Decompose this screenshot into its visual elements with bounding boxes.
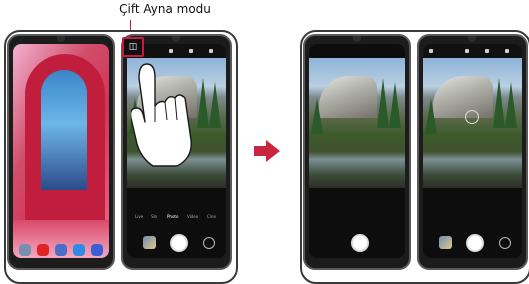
gallery-app-icon[interactable] [19,244,31,256]
tree [389,82,401,128]
front-camera-notch [468,36,476,42]
mode-live[interactable]: Live [135,214,143,219]
mode-bar: Live Slo Photo Video Cine [127,214,226,220]
tree [311,98,323,134]
main-phone-home [7,34,115,270]
settings-icon[interactable] [465,49,469,53]
front-camera-notch [57,36,65,42]
shutter-button-icon[interactable] [466,234,484,252]
camera-preview [423,58,522,188]
messenger-app-icon[interactable] [73,244,85,256]
tree [377,78,389,128]
main-phone-camera [303,34,411,270]
camera-switch-icon[interactable] [203,237,215,249]
tree [425,98,437,134]
camera-switch-icon[interactable] [499,237,511,249]
focus-ring [465,110,479,124]
cliff [319,76,377,118]
tree [493,78,505,128]
camera-screen [423,44,522,258]
shutter-button-icon[interactable] [170,234,188,252]
cliff [433,76,493,118]
dual-mirror-mode-icon[interactable] [429,49,433,53]
home-screen [13,44,109,258]
apps-app-icon[interactable] [91,244,103,256]
tree [505,82,517,128]
right-arrow-icon [254,146,266,156]
gallery-thumbnail-icon[interactable] [143,236,156,249]
dual-screen-camera-right [417,34,528,270]
timer-icon[interactable] [209,49,213,53]
settings-icon[interactable] [169,49,173,53]
front-camera-notch [172,36,180,42]
wallpaper-arch-window [41,70,87,190]
flash-icon[interactable] [485,49,489,53]
shutter-button-icon[interactable] [351,234,369,252]
mode-cine[interactable]: Cine [207,214,216,219]
dual-mirror-mode-icon[interactable]: ◫ [122,37,144,57]
dual-mirror-mode-callout: Çift Ayna modu [119,2,211,16]
hand-pointer-icon [131,63,192,167]
tree [209,82,221,128]
mirror-camera-preview [309,58,405,188]
app-dock [19,244,105,258]
youtube-app-icon[interactable] [37,244,49,256]
game-app-icon[interactable] [55,244,67,256]
wallpaper-arch [25,54,105,234]
mode-video[interactable]: Video [187,214,198,219]
front-camera-notch [353,36,361,42]
camera-toolbar [423,44,522,58]
right-arrow-head [266,140,280,162]
flash-icon[interactable] [189,49,193,53]
gallery-thumbnail-icon[interactable] [439,236,452,249]
mirror-camera-screen [309,44,405,258]
timer-icon[interactable] [505,49,509,53]
mode-photo[interactable]: Photo [167,214,178,219]
mode-slo[interactable]: Slo [151,214,157,219]
